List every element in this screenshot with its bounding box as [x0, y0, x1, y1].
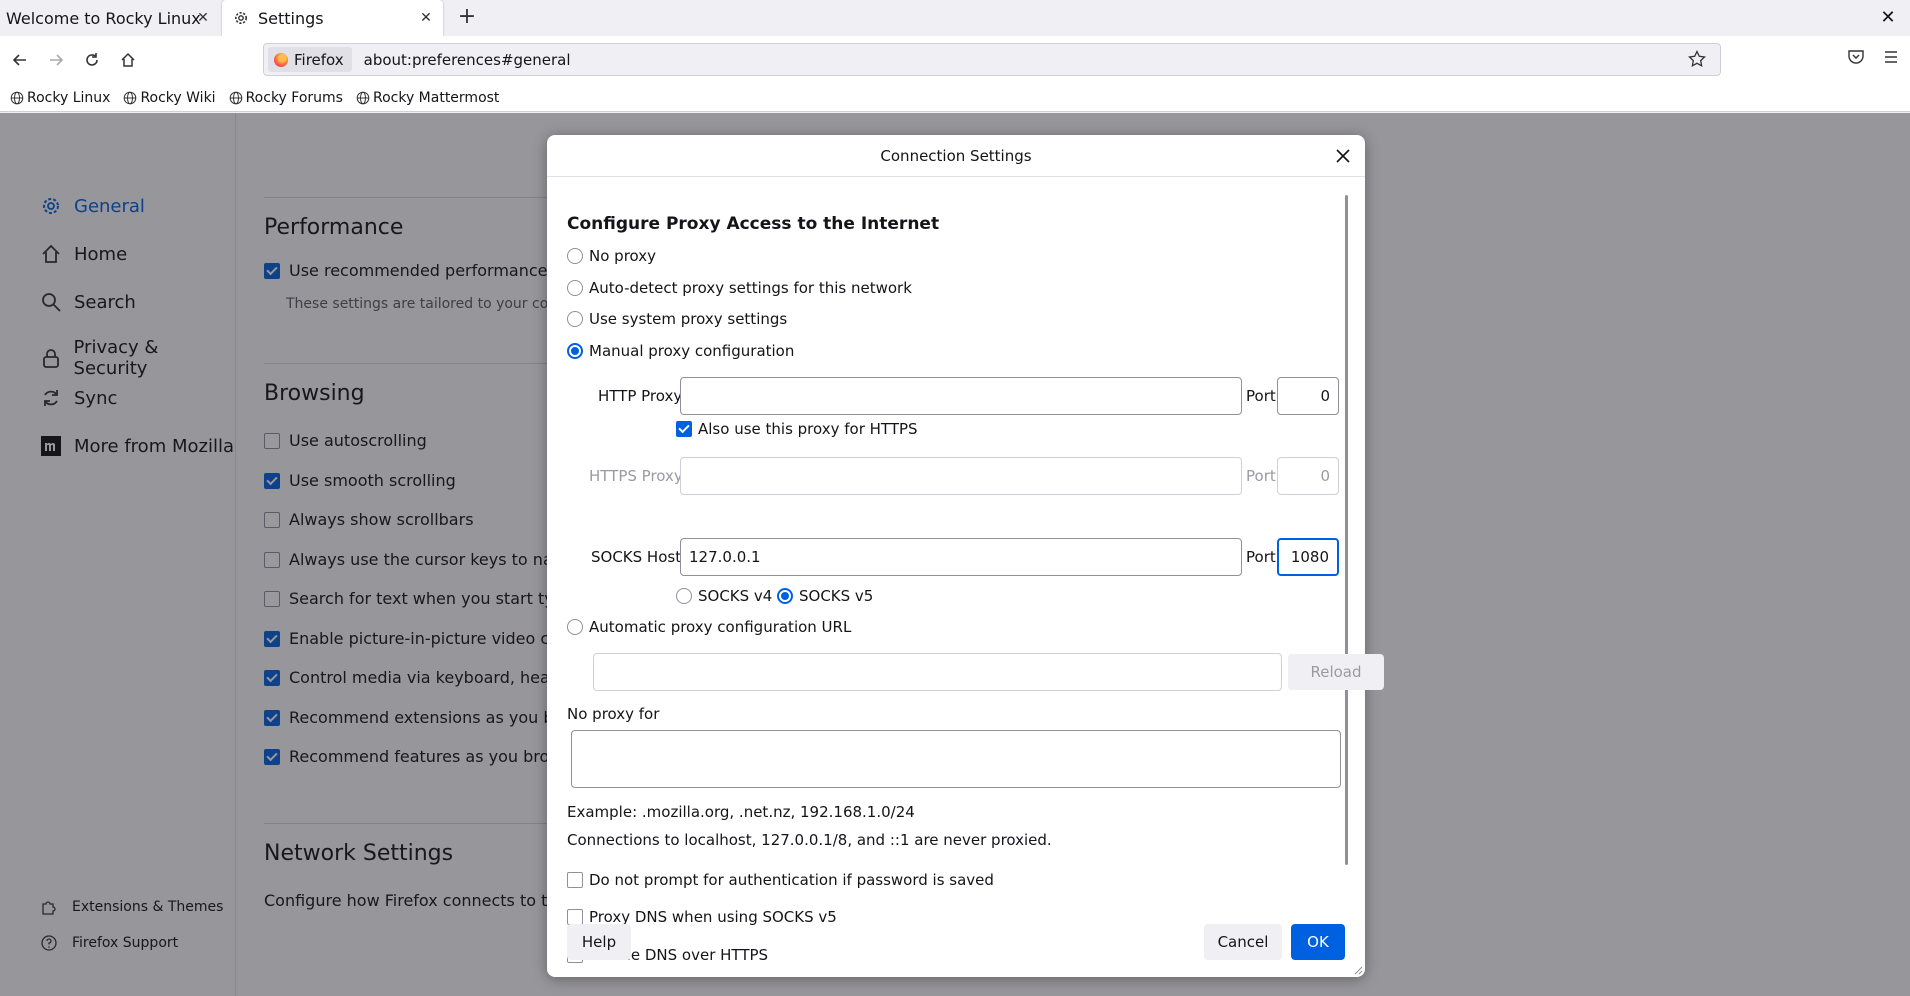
socks-v5-option[interactable]: SOCKS v5: [777, 587, 873, 605]
no-proxy-for-label: No proxy for: [567, 705, 660, 723]
localhost-note: Connections to localhost, 127.0.0.1/8, a…: [567, 831, 1052, 849]
checkbox[interactable]: [567, 872, 583, 888]
no-proxy-for-textarea[interactable]: [571, 730, 1341, 788]
dialog-body: Configure Proxy Access to the Internet N…: [547, 177, 1384, 964]
radio-label: Manual proxy configuration: [589, 342, 795, 360]
help-button[interactable]: Help: [567, 924, 631, 960]
firefox-icon: [274, 52, 288, 67]
ok-button[interactable]: OK: [1291, 924, 1345, 960]
https-proxy-label: HTTPS Proxy: [589, 467, 683, 485]
tab-welcome[interactable]: Welcome to Rocky Linux ✕: [0, 0, 220, 36]
auto-detect-option[interactable]: Auto-detect proxy settings for this netw…: [567, 279, 912, 297]
socks-port-label: Port: [1246, 548, 1276, 566]
socks-host-input[interactable]: 127.0.0.1: [680, 538, 1242, 576]
close-icon[interactable]: [1331, 144, 1355, 168]
checkbox-label: Do not prompt for authentication if pass…: [589, 871, 994, 889]
scrollbar[interactable]: [1345, 195, 1348, 865]
radio-label: SOCKS v4: [698, 587, 773, 605]
identity-box[interactable]: Firefox: [268, 47, 352, 72]
forward-icon[interactable]: [44, 48, 68, 72]
globe-icon: [124, 91, 137, 104]
radio-label: Automatic proxy configuration URL: [589, 618, 852, 636]
gear-icon: [232, 9, 250, 27]
radio-label: No proxy: [589, 247, 656, 265]
http-port-label: Port: [1246, 387, 1276, 405]
hamburger-menu-icon[interactable]: [1882, 48, 1902, 68]
https-port-label: Port: [1246, 467, 1276, 485]
checkbox[interactable]: [567, 909, 583, 925]
reload-icon[interactable]: [80, 48, 104, 72]
close-icon[interactable]: ✕: [194, 9, 212, 27]
radio-label: SOCKS v5: [799, 587, 874, 605]
bookmarks-toolbar: Rocky Linux Rocky Wiki Rocky Forums Rock…: [0, 84, 1910, 112]
url-text[interactable]: about:preferences#general: [364, 51, 571, 69]
checkbox[interactable]: [676, 421, 692, 437]
tab-strip: Welcome to Rocky Linux ✕ Settings ✕ + ✕: [0, 0, 1910, 36]
bookmark-rocky-linux[interactable]: Rocky Linux: [10, 90, 110, 106]
window-close-icon[interactable]: ✕: [1876, 6, 1900, 30]
socks-v4-option[interactable]: SOCKS v4: [676, 587, 772, 605]
system-proxy-option[interactable]: Use system proxy settings: [567, 310, 787, 328]
back-icon[interactable]: [8, 48, 32, 72]
identity-label: Firefox: [294, 50, 344, 69]
no-proxy-option[interactable]: No proxy: [567, 247, 656, 265]
tab-settings[interactable]: Settings ✕: [222, 0, 443, 36]
reload-button: Reload: [1288, 654, 1384, 690]
url-bar[interactable]: Firefox about:preferences#general: [263, 43, 1721, 76]
radio[interactable]: [676, 588, 692, 604]
https-port-input: 0: [1277, 457, 1339, 495]
socks-port-input[interactable]: 1080: [1277, 538, 1339, 576]
globe-icon: [356, 91, 370, 104]
http-port-input[interactable]: 0: [1277, 377, 1339, 415]
pocket-icon[interactable]: [1847, 48, 1867, 68]
example-note: Example: .mozilla.org, .net.nz, 192.168.…: [567, 803, 915, 821]
auto-proxy-url-option[interactable]: Automatic proxy configuration URL: [567, 618, 851, 636]
auto-proxy-url-input: [593, 653, 1282, 691]
manual-proxy-option[interactable]: Manual proxy configuration: [567, 342, 794, 360]
radio[interactable]: [567, 248, 583, 264]
bookmark-rocky-mattermost[interactable]: Rocky Mattermost: [356, 90, 499, 106]
no-auth-prompt-checkbox-row[interactable]: Do not prompt for authentication if pass…: [567, 871, 994, 889]
checkbox-label: Also use this proxy for HTTPS: [698, 420, 918, 438]
dialog-title: Connection Settings: [547, 135, 1365, 177]
home-icon[interactable]: [116, 48, 140, 72]
also-https-checkbox-row[interactable]: Also use this proxy for HTTPS: [676, 420, 918, 438]
dialog-heading: Configure Proxy Access to the Internet: [567, 214, 940, 234]
socks-host-label: SOCKS Host: [591, 548, 682, 566]
radio[interactable]: [777, 588, 793, 604]
https-proxy-input: [680, 457, 1242, 495]
globe-icon: [10, 91, 24, 104]
bookmark-label: Rocky Wiki: [140, 89, 216, 106]
bookmark-rocky-forums[interactable]: Rocky Forums: [229, 90, 343, 106]
new-tab-icon[interactable]: +: [455, 6, 479, 30]
radio[interactable]: [567, 343, 583, 359]
resize-grip-icon[interactable]: [1353, 965, 1363, 975]
nav-bar: Firefox about:preferences#general: [0, 36, 1910, 84]
radio[interactable]: [567, 311, 583, 327]
tab-title: Welcome to Rocky Linux: [6, 8, 201, 28]
connection-settings-dialog: Connection Settings Configure Proxy Acce…: [547, 135, 1384, 977]
radio-label: Use system proxy settings: [589, 310, 788, 328]
star-icon[interactable]: [1688, 49, 1708, 70]
radio[interactable]: [567, 619, 583, 635]
radio-label: Auto-detect proxy settings for this netw…: [589, 279, 912, 297]
radio[interactable]: [567, 280, 583, 296]
http-proxy-label: HTTP Proxy: [598, 387, 683, 405]
tab-title: Settings: [258, 8, 324, 28]
cancel-button[interactable]: Cancel: [1204, 924, 1282, 960]
bookmark-label: Rocky Linux: [27, 89, 111, 106]
http-proxy-input[interactable]: [680, 377, 1242, 415]
globe-icon: [229, 91, 242, 104]
bookmark-label: Rocky Mattermost: [372, 89, 500, 106]
close-icon[interactable]: ✕: [417, 9, 435, 27]
bookmark-rocky-wiki[interactable]: Rocky Wiki: [123, 89, 216, 106]
bookmark-label: Rocky Forums: [245, 89, 343, 106]
